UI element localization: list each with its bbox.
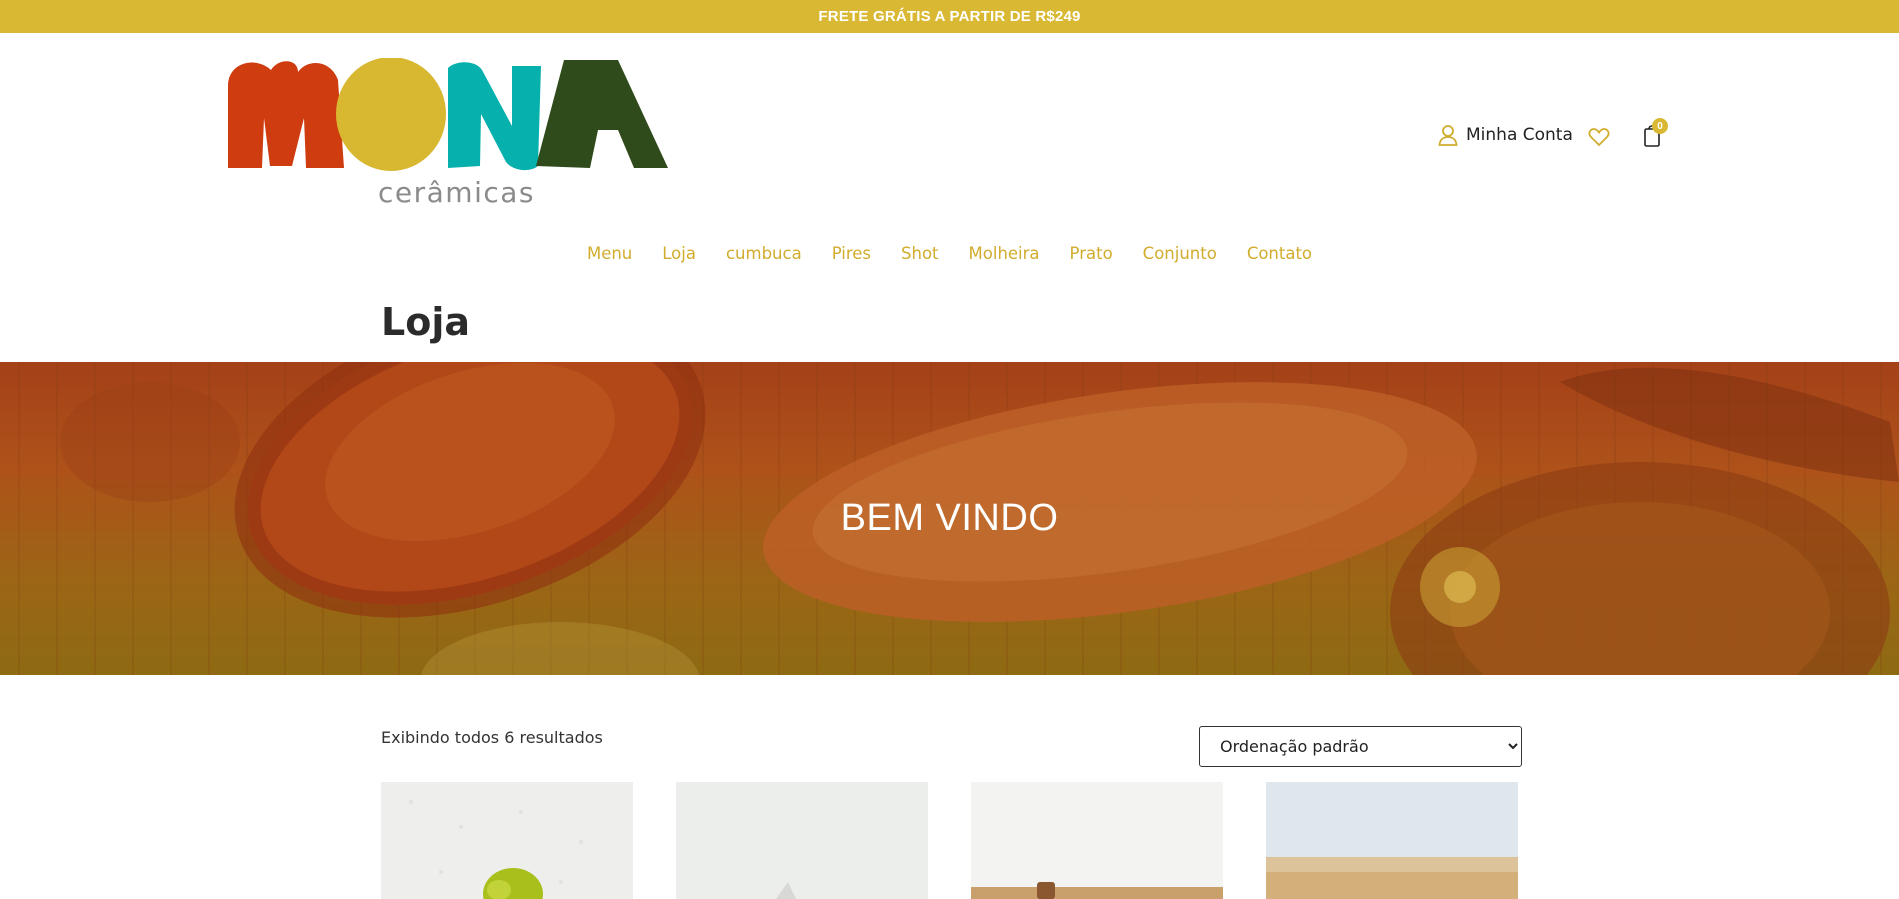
product-card[interactable] [971,782,1223,899]
hero-title: BEM VINDO [840,497,1059,539]
product-image [971,782,1223,899]
nav-item-contato[interactable]: Contato [1232,244,1327,263]
nav-item-pires[interactable]: Pires [817,244,886,263]
product-image [381,782,633,899]
nav-item-menu[interactable]: Menu [572,244,647,263]
nav-item-cumbuca[interactable]: cumbuca [711,244,817,263]
product-image [1266,782,1518,899]
page-title: Loja [381,300,470,344]
nav-item-loja[interactable]: Loja [647,244,711,263]
logo-subtitle: cerâmicas [378,176,535,209]
site-logo[interactable]: cerâmicas [226,58,668,210]
heart-icon[interactable] [1588,126,1610,148]
nav-item-shot[interactable]: Shot [886,244,954,263]
sort-select[interactable]: Ordenação padrão [1199,726,1522,767]
product-card[interactable] [381,782,633,899]
product-image [676,782,928,899]
account-link[interactable]: Minha Conta [1438,124,1573,146]
product-grid [0,782,1899,899]
promo-text: FRETE GRÁTIS A PARTIR DE R$249 [818,8,1081,25]
results-count: Exibindo todos 6 resultados [381,728,603,747]
account-label: Minha Conta [1466,125,1573,145]
main-nav: Menu Loja cumbuca Pires Shot Molheira Pr… [0,244,1899,263]
nav-item-conjunto[interactable]: Conjunto [1128,244,1232,263]
product-card[interactable] [676,782,928,899]
promo-bar: FRETE GRÁTIS A PARTIR DE R$249 [0,0,1899,33]
user-icon [1438,124,1458,146]
nav-item-molheira[interactable]: Molheira [954,244,1055,263]
product-card[interactable] [1266,782,1518,899]
nav-item-prato[interactable]: Prato [1055,244,1128,263]
hero-banner: BEM VINDO [0,362,1899,675]
logo-wordmark [228,58,668,171]
cart-count-badge: 0 [1652,118,1668,134]
